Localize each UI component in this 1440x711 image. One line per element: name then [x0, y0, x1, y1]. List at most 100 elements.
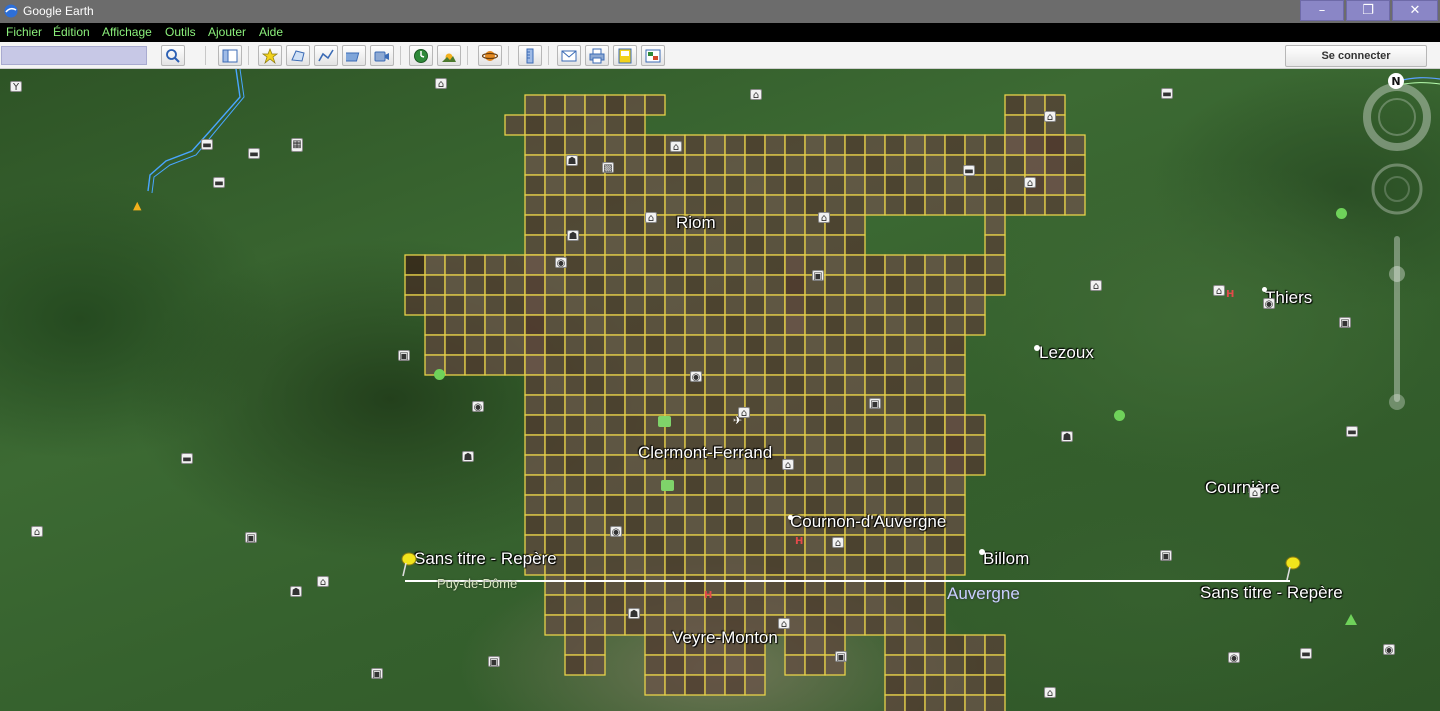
minimize-button[interactable]: –	[1300, 0, 1344, 21]
museum-icon[interactable]: ⌂	[645, 212, 657, 224]
hospital-icon[interactable]: H	[1226, 290, 1236, 300]
airport-icon[interactable]: ✈	[733, 415, 745, 426]
church-icon[interactable]: ☗	[290, 586, 302, 598]
museum-icon[interactable]: ⌂	[1249, 487, 1261, 499]
museum-icon[interactable]: ⌂	[1044, 111, 1056, 123]
sign-in-button[interactable]: Se connecter	[1285, 45, 1427, 67]
church-icon[interactable]: ☗	[1061, 431, 1073, 443]
move-control[interactable]	[1376, 165, 1420, 213]
close-button[interactable]: ✕	[1392, 0, 1438, 21]
menu-affichage[interactable]: Affichage	[102, 25, 152, 39]
museum-icon[interactable]: ⌂	[670, 141, 682, 153]
tree-icon[interactable]	[1114, 410, 1125, 421]
museum-icon[interactable]: ⌂	[317, 576, 329, 588]
save-image-button[interactable]	[613, 45, 637, 66]
place-label-riom[interactable]: Riom	[676, 213, 716, 233]
historical-imagery-button[interactable]	[409, 45, 433, 66]
menu-fichier[interactable]: Fichier	[6, 25, 42, 39]
mountain-icon[interactable]	[1345, 614, 1357, 625]
hotel-icon[interactable]: ▬	[963, 165, 975, 177]
hotel-icon[interactable]: ▬	[201, 139, 213, 151]
point-of-interest-icon[interactable]: ▣	[488, 656, 500, 668]
camera-icon[interactable]: ◉	[555, 257, 567, 269]
tree-icon[interactable]	[434, 369, 445, 380]
camera-icon[interactable]: ◉	[1228, 652, 1240, 664]
hotel-icon[interactable]: ▬	[213, 177, 225, 189]
park-icon[interactable]	[661, 480, 674, 491]
pushpin-right-icon[interactable]	[1281, 555, 1303, 581]
museum-icon[interactable]: ⌂	[1024, 177, 1036, 189]
add-polygon-button[interactable]	[286, 45, 310, 66]
hospital-icon[interactable]: H	[795, 537, 805, 547]
camera-icon[interactable]: ◉	[610, 526, 622, 538]
museum-icon[interactable]: ⌂	[750, 89, 762, 101]
hotel-icon[interactable]: ▬	[1300, 648, 1312, 660]
filter-icon[interactable]: Y	[10, 81, 22, 93]
tree-icon[interactable]	[1336, 208, 1347, 219]
ruler-button[interactable]	[518, 45, 542, 66]
church-icon[interactable]: ☗	[567, 230, 579, 242]
look-control[interactable]	[1372, 99, 1424, 151]
gallery-icon[interactable]: ▧	[602, 162, 614, 174]
sidebar-toggle-button[interactable]	[218, 45, 242, 66]
placemark-label-left[interactable]: Sans titre - Repère	[414, 549, 557, 569]
print-button[interactable]	[585, 45, 609, 66]
camera-icon[interactable]: ◉	[1263, 298, 1275, 310]
menu-edition[interactable]: Édition	[53, 25, 90, 39]
hospital-icon[interactable]: H	[704, 591, 714, 601]
menu-aide[interactable]: Aide	[259, 25, 283, 39]
camera-icon[interactable]: ◉	[472, 401, 484, 413]
planets-button[interactable]	[478, 45, 502, 66]
hotel-icon[interactable]: ▬	[181, 453, 193, 465]
museum-icon[interactable]: ⌂	[778, 618, 790, 630]
menu-ajouter[interactable]: Ajouter	[208, 25, 246, 39]
museum-icon[interactable]: ⌂	[1213, 285, 1225, 297]
placemark-label-right[interactable]: Sans titre - Repère	[1200, 583, 1343, 603]
gallery-icon[interactable]: ▦	[291, 138, 303, 152]
museum-icon[interactable]: ⌂	[782, 459, 794, 471]
church-icon[interactable]: ☗	[566, 155, 578, 167]
add-placemark-button[interactable]	[258, 45, 282, 66]
place-label-billom[interactable]: Billom	[983, 549, 1029, 569]
camera-icon[interactable]: ◉	[1383, 644, 1395, 656]
campsite-icon[interactable]: ▲	[133, 200, 145, 211]
museum-icon[interactable]: ⌂	[832, 537, 844, 549]
menu-outils[interactable]: Outils	[165, 25, 196, 39]
compass-north-button[interactable]: N	[1388, 73, 1404, 89]
restore-button[interactable]: ❐	[1346, 0, 1390, 21]
place-label-lezoux[interactable]: Lezoux	[1039, 343, 1094, 363]
search-button[interactable]	[161, 45, 185, 66]
church-icon[interactable]: ☗	[628, 608, 640, 620]
museum-icon[interactable]: ⌂	[818, 212, 830, 224]
place-label-courniere[interactable]: Cournière	[1205, 478, 1280, 498]
add-image-overlay-button[interactable]	[342, 45, 366, 66]
park-icon[interactable]	[658, 416, 671, 427]
point-of-interest-icon[interactable]: ▣	[371, 668, 383, 680]
pushpin-left-icon[interactable]	[397, 551, 419, 577]
church-icon[interactable]: ☗	[462, 451, 474, 463]
sunlight-button[interactable]	[437, 45, 461, 66]
museum-icon[interactable]: ⌂	[31, 526, 43, 538]
museum-icon[interactable]: ⌂	[1044, 687, 1056, 699]
place-label-veyre-monton[interactable]: Veyre-Monton	[672, 628, 778, 648]
search-input[interactable]	[1, 46, 147, 65]
point-of-interest-icon[interactable]: ▣	[812, 270, 824, 282]
museum-icon[interactable]: ⌂	[435, 78, 447, 90]
point-of-interest-icon[interactable]: ▣	[835, 651, 847, 663]
camera-icon[interactable]: ◉	[690, 371, 702, 383]
point-of-interest-icon[interactable]: ▣	[398, 350, 410, 362]
add-path-button[interactable]	[314, 45, 338, 66]
museum-icon[interactable]: ⌂	[1090, 280, 1102, 292]
hotel-icon[interactable]: ▬	[1346, 426, 1358, 438]
email-button[interactable]	[557, 45, 581, 66]
place-label-clermont-ferrand[interactable]: Clermont-Ferrand	[638, 443, 772, 463]
zoom-slider-handle[interactable]	[1389, 265, 1405, 281]
record-tour-button[interactable]	[370, 45, 394, 66]
point-of-interest-icon[interactable]: ▣	[245, 532, 257, 544]
point-of-interest-icon[interactable]: ▣	[1339, 317, 1351, 329]
place-label-cournon[interactable]: Cournon-d'Auvergne	[790, 512, 946, 532]
hotel-icon[interactable]: ▬	[1161, 88, 1173, 100]
point-of-interest-icon[interactable]: ▣	[1160, 550, 1172, 562]
hotel-icon[interactable]: ▬	[248, 148, 260, 160]
view-in-maps-button[interactable]	[641, 45, 665, 66]
